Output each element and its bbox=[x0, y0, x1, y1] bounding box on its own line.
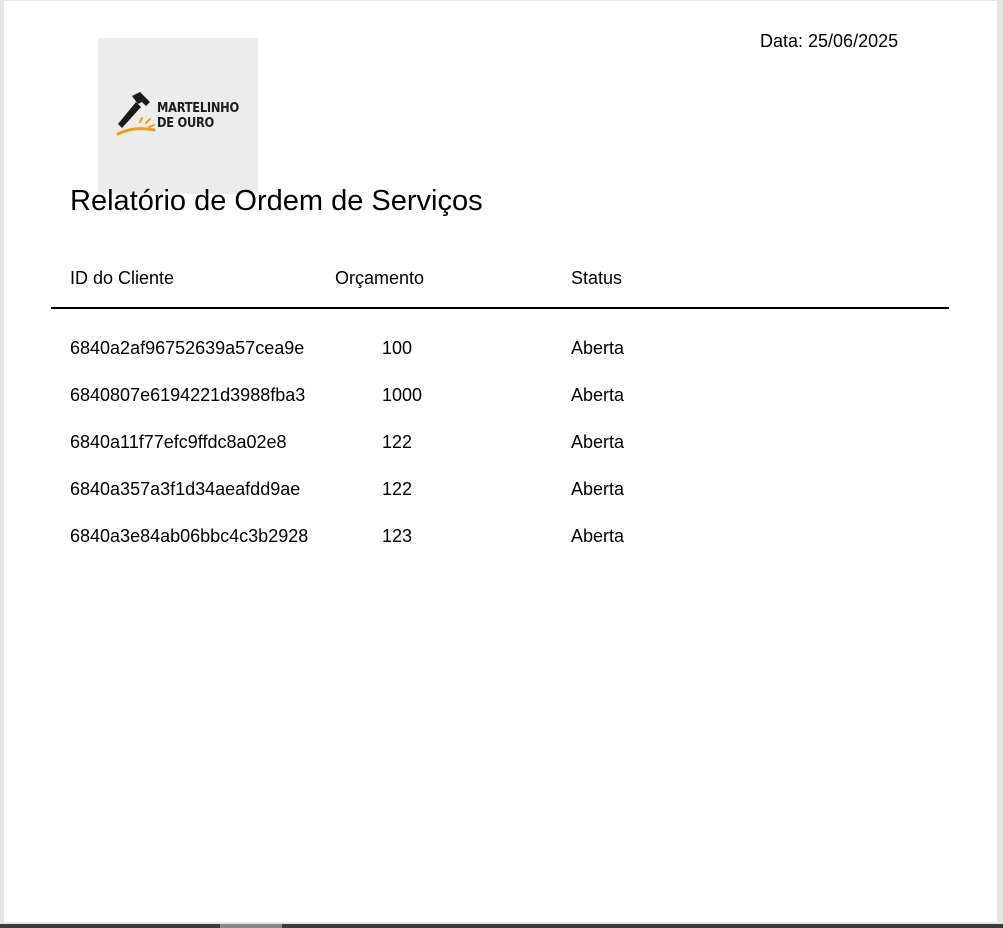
cell-client-id: 6840807e6194221d3988fba3 bbox=[70, 385, 306, 405]
table-row: 6840a2af96752639a57cea9e 100 Aberta bbox=[4, 338, 997, 385]
cell-client-id: 6840a357a3f1d34aeafdd9ae bbox=[70, 479, 301, 499]
cell-status: Aberta bbox=[571, 338, 625, 358]
header-divider bbox=[51, 307, 949, 309]
cell-status: Aberta bbox=[571, 479, 625, 499]
cell-status: Aberta bbox=[571, 385, 625, 405]
hammer-icon bbox=[116, 92, 156, 136]
scrollbar-thumb[interactable] bbox=[220, 924, 282, 928]
cell-status: Aberta bbox=[571, 526, 625, 546]
cell-budget: 122 bbox=[382, 479, 413, 499]
cell-budget: 1000 bbox=[382, 385, 423, 405]
column-header-budget: Orçamento bbox=[335, 268, 425, 288]
logo-text: MARTELINHO DE OURO bbox=[157, 101, 239, 131]
report-date: Data: 25/06/2025 bbox=[760, 31, 899, 51]
horizontal-scrollbar[interactable] bbox=[0, 924, 1003, 928]
column-header-status: Status bbox=[571, 268, 623, 288]
document-viewer: Data: 25/06/2025 MARTELINHO DE OURO Rela… bbox=[0, 0, 1003, 928]
cell-client-id: 6840a2af96752639a57cea9e bbox=[70, 338, 305, 358]
table-row: 6840a357a3f1d34aeafdd9ae 122 Aberta bbox=[4, 479, 997, 526]
table-row: 6840807e6194221d3988fba3 1000 Aberta bbox=[4, 385, 997, 432]
table-row: 6840a3e84ab06bbc4c3b2928 123 Aberta bbox=[4, 526, 997, 573]
cell-status: Aberta bbox=[571, 432, 625, 452]
cell-budget: 100 bbox=[382, 338, 413, 358]
report-page: Data: 25/06/2025 MARTELINHO DE OURO Rela… bbox=[4, 1, 997, 922]
column-header-client-id: ID do Cliente bbox=[70, 268, 175, 288]
table-body: 6840a2af96752639a57cea9e 100 Aberta 6840… bbox=[4, 338, 997, 573]
table-row: 6840a11f77efc9ffdc8a02e8 122 Aberta bbox=[4, 432, 997, 479]
cell-client-id: 6840a11f77efc9ffdc8a02e8 bbox=[70, 432, 287, 452]
cell-budget: 122 bbox=[382, 432, 413, 452]
company-logo: MARTELINHO DE OURO bbox=[98, 38, 258, 194]
cell-client-id: 6840a3e84ab06bbc4c3b2928 bbox=[70, 526, 309, 546]
cell-budget: 123 bbox=[382, 526, 413, 546]
report-title: Relatório de Ordem de Serviços bbox=[70, 185, 483, 217]
